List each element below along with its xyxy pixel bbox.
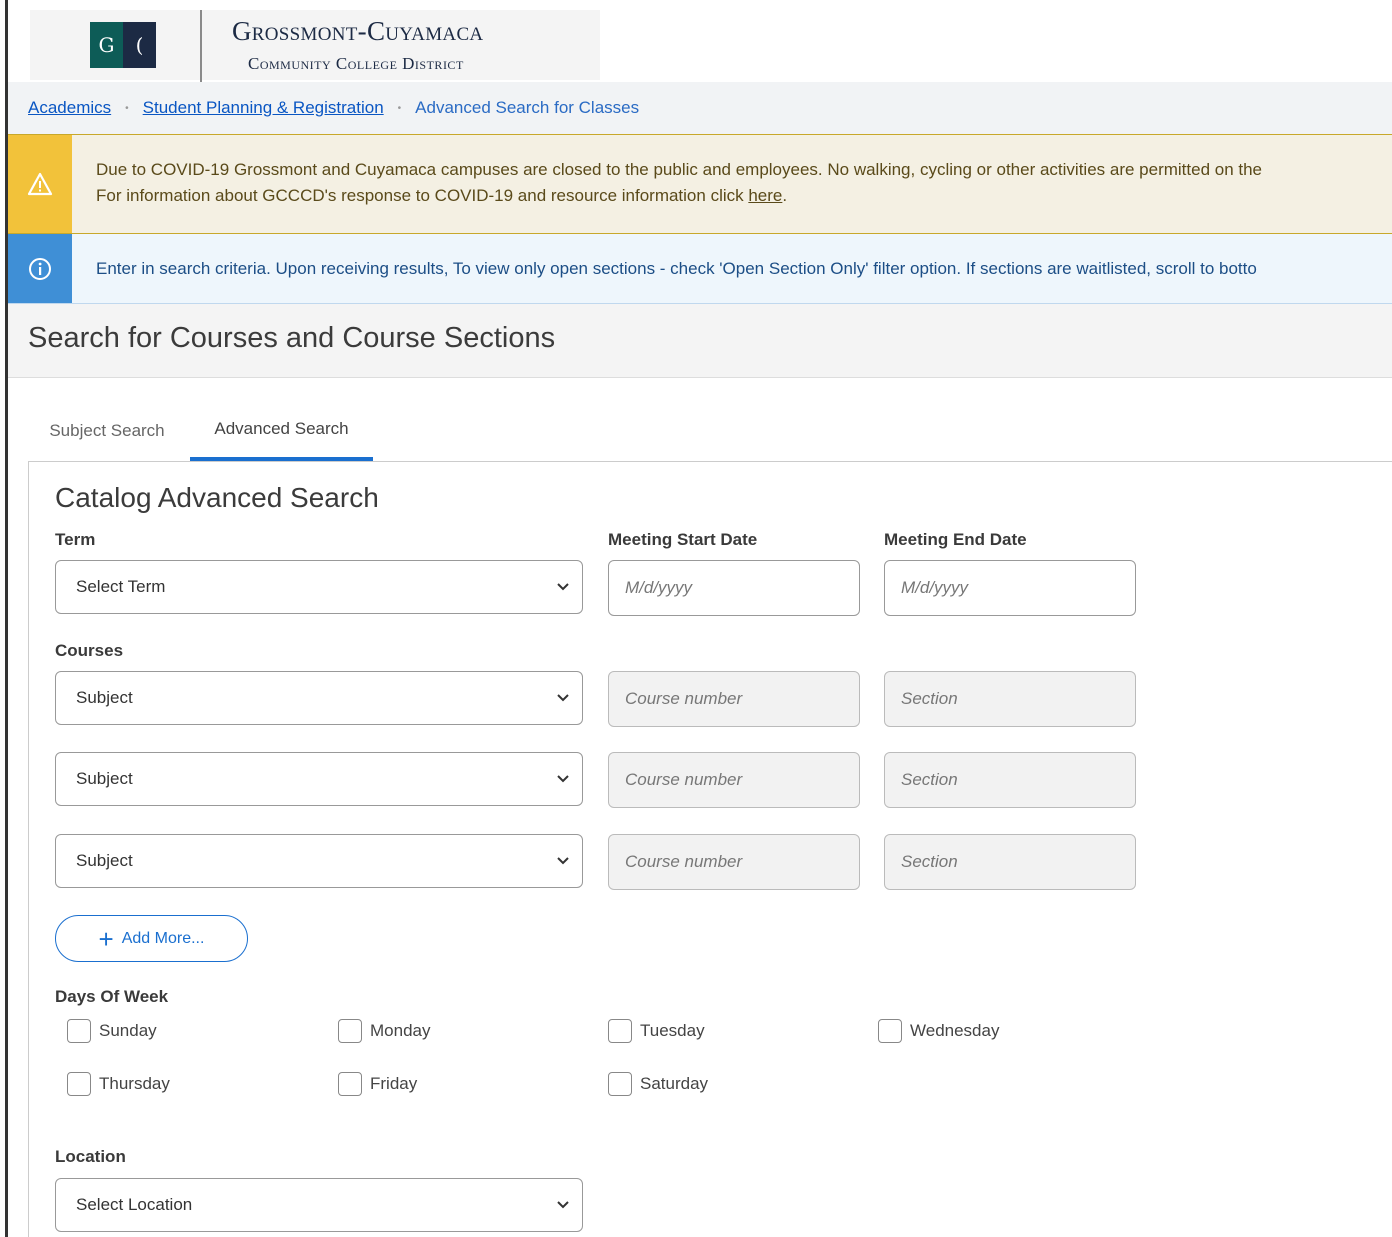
checkbox-box[interactable]	[878, 1019, 902, 1043]
day-checkbox-tuesday[interactable]: Tuesday	[608, 1019, 705, 1043]
subject-select-value: Subject	[76, 688, 133, 707]
day-label: Wednesday	[910, 1021, 1000, 1040]
page: G ( Grossmont-Cuyamaca Community College…	[8, 0, 1392, 1237]
site-header: G ( Grossmont-Cuyamaca Community College…	[8, 0, 1392, 82]
breadcrumb-separator: •	[397, 102, 402, 114]
info-icon	[8, 234, 72, 303]
checkbox-box[interactable]	[608, 1072, 632, 1096]
logo-mark: G (	[90, 22, 156, 68]
checkbox-box[interactable]	[67, 1019, 91, 1043]
day-label: Friday	[370, 1074, 418, 1093]
college-subtitle: Community College District	[248, 54, 464, 73]
course-number-input-1[interactable]: Course number	[608, 671, 860, 727]
day-checkbox-thursday[interactable]: Thursday	[67, 1072, 170, 1096]
tab-advanced-search[interactable]: Advanced Search	[190, 400, 373, 461]
checkbox-box[interactable]	[67, 1072, 91, 1096]
tab-subject-search[interactable]: Subject Search	[28, 400, 186, 461]
chevron-down-icon	[557, 775, 569, 783]
search-tabs: Subject Search Advanced Search	[28, 400, 1392, 462]
day-label: Saturday	[640, 1074, 709, 1093]
days-of-week-label: Days Of Week	[55, 987, 169, 1006]
college-name: Grossmont-Cuyamaca	[232, 16, 484, 46]
logo-letter-right: (	[123, 22, 156, 68]
courses-label: Courses	[55, 641, 124, 660]
chevron-down-icon	[557, 583, 569, 591]
search-info-alert: Enter in search criteria. Upon receiving…	[8, 234, 1392, 304]
warning-text: Due to COVID-19 Grossmont and Cuyamaca c…	[72, 135, 1262, 233]
breadcrumb-separator: •	[125, 102, 129, 114]
day-checkbox-monday[interactable]: Monday	[338, 1019, 430, 1043]
breadcrumb: Academics • Student Planning & Registrat…	[8, 82, 1392, 134]
page-title-bar: Search for Courses and Course Sections	[8, 304, 1392, 378]
day-checkbox-wednesday[interactable]: Wednesday	[878, 1019, 999, 1043]
add-more-label: Add More...	[121, 929, 205, 947]
day-label: Tuesday	[640, 1021, 705, 1040]
logo-letter-left: G	[90, 22, 123, 68]
meeting-end-date-label: Meeting End Date	[884, 530, 1027, 549]
subject-select-2[interactable]: Subject	[55, 752, 583, 806]
day-checkbox-sunday[interactable]: Sunday	[67, 1019, 157, 1043]
checkbox-box[interactable]	[608, 1019, 632, 1043]
breadcrumb-student-planning[interactable]: Student Planning & Registration	[143, 98, 384, 118]
chevron-down-icon	[557, 694, 569, 702]
term-select[interactable]: Select Term	[55, 560, 583, 614]
checkbox-box[interactable]	[338, 1019, 362, 1043]
day-checkbox-saturday[interactable]: Saturday	[608, 1072, 708, 1096]
covid-warning-alert: Due to COVID-19 Grossmont and Cuyamaca c…	[8, 134, 1392, 234]
subject-select-3[interactable]: Subject	[55, 834, 583, 888]
meeting-start-date-input[interactable]: M/d/yyyy	[608, 560, 860, 616]
window-edge	[0, 0, 8, 1237]
term-label: Term	[55, 530, 96, 549]
day-checkbox-friday[interactable]: Friday	[338, 1072, 417, 1096]
add-more-button[interactable]: + Add More...	[55, 915, 248, 962]
subject-select-value: Subject	[76, 769, 133, 788]
chevron-down-icon	[557, 857, 569, 865]
chevron-down-icon	[557, 1201, 569, 1209]
course-number-input-3[interactable]: Course number	[608, 834, 860, 890]
location-select[interactable]: Select Location	[55, 1178, 583, 1232]
warning-icon	[8, 135, 72, 233]
breadcrumb-current: Advanced Search for Classes	[415, 98, 640, 117]
location-select-value: Select Location	[76, 1195, 193, 1214]
meeting-end-date-input[interactable]: M/d/yyyy	[884, 560, 1136, 616]
location-label: Location	[55, 1147, 126, 1166]
warning-line-2-end: .	[782, 186, 788, 205]
page-title: Search for Courses and Course Sections	[28, 322, 556, 354]
warning-line-2-text: For information about GCCCD's response t…	[96, 186, 749, 205]
college-logo[interactable]: G ( Grossmont-Cuyamaca Community College…	[30, 10, 600, 82]
subject-select-1[interactable]: Subject	[55, 671, 583, 725]
section-input-2[interactable]: Section	[884, 752, 1136, 808]
info-text: Enter in search criteria. Upon receiving…	[96, 259, 1257, 278]
meeting-start-date-label: Meeting Start Date	[608, 530, 758, 549]
section-input-1[interactable]: Section	[884, 671, 1136, 727]
section-input-3[interactable]: Section	[884, 834, 1136, 890]
term-select-value: Select Term	[76, 577, 166, 596]
checkbox-box[interactable]	[338, 1072, 362, 1096]
day-label: Sunday	[99, 1021, 157, 1040]
here-link[interactable]: here	[748, 186, 782, 205]
day-label: Monday	[370, 1021, 431, 1040]
day-label: Thursday	[99, 1074, 170, 1093]
warning-line-1: Due to COVID-19 Grossmont and Cuyamaca c…	[96, 160, 1263, 179]
catalog-advanced-search-title: Catalog Advanced Search	[55, 482, 379, 513]
advanced-search-panel: Catalog Advanced Search Term Meeting Sta…	[28, 462, 1392, 1237]
course-number-input-2[interactable]: Course number	[608, 752, 860, 808]
breadcrumb-academics[interactable]: Academics	[28, 98, 111, 118]
warning-line-2: For information about GCCCD's response t…	[96, 183, 1262, 209]
plus-icon: +	[98, 923, 114, 954]
logo-divider	[200, 10, 202, 82]
subject-select-value: Subject	[76, 851, 133, 870]
